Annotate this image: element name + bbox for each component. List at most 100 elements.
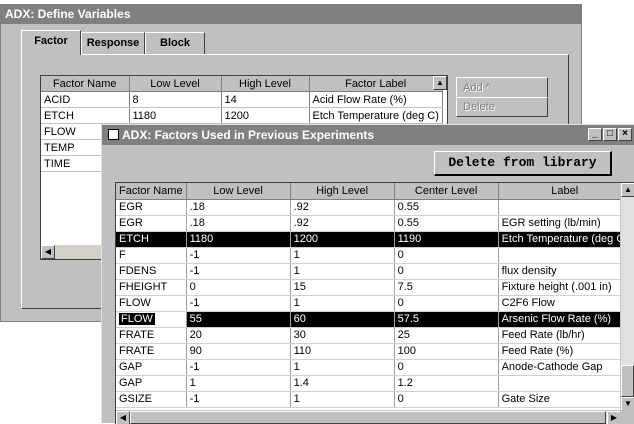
factors-grid-vscroll[interactable]: ▲ ▼: [620, 183, 634, 411]
table-cell[interactable]: EGR setting (lb/min): [498, 215, 632, 232]
table-cell[interactable]: FDENS: [116, 263, 187, 280]
column-header[interactable]: High Level: [290, 183, 395, 200]
scroll-up-icon[interactable]: ▲: [621, 183, 634, 197]
table-cell[interactable]: 20: [186, 327, 291, 344]
table-cell[interactable]: Feed Rate (%): [498, 343, 632, 360]
table-cell[interactable]: 110: [290, 343, 395, 360]
table-cell[interactable]: 60: [290, 311, 395, 328]
table-cell[interactable]: 1200: [290, 231, 395, 248]
table-cell[interactable]: [498, 375, 632, 392]
table-cell[interactable]: 0: [186, 279, 291, 296]
column-header[interactable]: Center Level: [394, 183, 499, 200]
tab-block[interactable]: Block: [145, 32, 205, 54]
table-cell[interactable]: FLOW: [116, 311, 187, 328]
add-button[interactable]: Add ^: [456, 77, 548, 99]
table-cell[interactable]: 1: [290, 295, 395, 312]
table-row[interactable]: FHEIGHT 0 15 7.5 Fixture height (.001 in): [116, 279, 632, 296]
table-cell[interactable]: .18: [186, 215, 291, 232]
table-cell[interactable]: ETCH: [116, 231, 187, 248]
table-row[interactable]: FRATE 90 110 100 Feed Rate (%): [116, 343, 632, 360]
table-row[interactable]: GAP -1 1 0 Anode-Cathode Gap: [116, 359, 632, 376]
table-cell[interactable]: .92: [290, 215, 395, 232]
table-cell[interactable]: Gate Size: [498, 391, 632, 408]
table-cell[interactable]: 0.55: [394, 215, 499, 232]
table-cell[interactable]: FHEIGHT: [116, 279, 187, 296]
tab-response[interactable]: Response: [81, 32, 145, 54]
table-cell[interactable]: Etch Temperature (deg C): [309, 107, 443, 124]
table-cell[interactable]: 0: [394, 263, 499, 280]
table-cell[interactable]: EGR: [116, 215, 187, 232]
table-cell[interactable]: 1190: [394, 231, 499, 248]
table-cell[interactable]: 0: [394, 391, 499, 408]
table-cell[interactable]: 1: [290, 391, 395, 408]
table-cell[interactable]: 1: [290, 247, 395, 264]
table-cell[interactable]: 0.55: [394, 199, 499, 216]
table-row[interactable]: GAP 1 1.4 1.2: [116, 375, 632, 392]
table-cell[interactable]: [498, 247, 632, 264]
close-icon[interactable]: ×: [618, 128, 632, 141]
table-cell[interactable]: 30: [290, 327, 395, 344]
table-cell[interactable]: 1.2: [394, 375, 499, 392]
table-cell[interactable]: 57.5: [394, 311, 499, 328]
factors-grid-hscroll[interactable]: ◀ ▶: [116, 410, 621, 424]
table-cell[interactable]: .18: [186, 199, 291, 216]
scroll-down-icon[interactable]: ▼: [621, 397, 634, 411]
table-row[interactable]: GSIZE -1 1 0 Gate Size: [116, 391, 632, 408]
column-header[interactable]: Factor Label: [309, 76, 443, 92]
app-icon[interactable]: [108, 129, 119, 140]
table-cell[interactable]: [498, 199, 632, 216]
table-cell[interactable]: 1.4: [290, 375, 395, 392]
table-cell[interactable]: Etch Temperature (deg C): [498, 231, 632, 248]
factors-grid[interactable]: Factor Name Low Level High Level Center …: [115, 182, 634, 424]
minimize-icon[interactable]: _: [588, 128, 602, 141]
table-cell[interactable]: ACID: [41, 91, 130, 108]
table-cell[interactable]: ETCH: [41, 107, 130, 124]
table-row[interactable]: ETCH 1180 1200 1190 Etch Temperature (deg C): [116, 231, 632, 248]
table-cell[interactable]: 15: [290, 279, 395, 296]
table-cell[interactable]: 1: [290, 359, 395, 376]
table-cell[interactable]: 25: [394, 327, 499, 344]
delete-from-library-button[interactable]: Delete from library: [434, 151, 612, 176]
table-cell[interactable]: -1: [186, 359, 291, 376]
scroll-up-icon[interactable]: ▲: [433, 76, 447, 90]
table-cell[interactable]: -1: [186, 263, 291, 280]
table-row[interactable]: ACID 8 14 Acid Flow Rate (%): [41, 91, 443, 108]
table-cell[interactable]: FLOW: [116, 295, 187, 312]
table-cell[interactable]: EGR: [116, 199, 187, 216]
table-row[interactable]: FRATE 20 30 25 Feed Rate (lb/hr): [116, 327, 632, 344]
table-cell[interactable]: 0: [394, 295, 499, 312]
scroll-right-icon[interactable]: ▶: [607, 411, 621, 424]
table-cell[interactable]: C2F6 Flow: [498, 295, 632, 312]
column-header[interactable]: Low Level: [129, 76, 222, 92]
table-row[interactable]: FLOW 55 60 57.5 Arsenic Flow Rate (%): [116, 311, 632, 328]
table-cell[interactable]: Arsenic Flow Rate (%): [498, 311, 632, 328]
table-cell[interactable]: .92: [290, 199, 395, 216]
table-row[interactable]: EGR .18.92 0.55 EGR setting (lb/min): [116, 215, 632, 232]
table-cell[interactable]: Feed Rate (lb/hr): [498, 327, 632, 344]
define-variables-titlebar[interactable]: ADX: Define Variables: [1, 5, 581, 24]
factors-library-titlebar[interactable]: ADX: Factors Used in Previous Experiment…: [102, 125, 634, 145]
scroll-left-icon[interactable]: ◀: [116, 411, 130, 424]
table-cell[interactable]: 0: [394, 359, 499, 376]
scroll-left-icon[interactable]: ◀: [41, 245, 55, 259]
table-cell[interactable]: Acid Flow Rate (%): [309, 91, 443, 108]
maximize-icon[interactable]: □: [603, 128, 617, 141]
table-cell[interactable]: 14: [221, 91, 310, 108]
table-cell[interactable]: -1: [186, 391, 291, 408]
table-cell[interactable]: 7.5: [394, 279, 499, 296]
column-header[interactable]: High Level: [221, 76, 310, 92]
hscroll-thumb[interactable]: [130, 411, 606, 424]
table-row[interactable]: EGR .18.92 0.55: [116, 199, 632, 216]
table-cell[interactable]: F: [116, 247, 187, 264]
table-cell[interactable]: FRATE: [116, 343, 187, 360]
table-cell[interactable]: 55: [186, 311, 291, 328]
table-row[interactable]: F -1 1 0: [116, 247, 632, 264]
table-cell[interactable]: 1: [186, 375, 291, 392]
table-row[interactable]: ETCH 1180 1200 Etch Temperature (deg C): [41, 107, 443, 124]
vscroll-thumb[interactable]: [621, 365, 634, 397]
table-cell[interactable]: flux density: [498, 263, 632, 280]
column-header[interactable]: Factor Name: [41, 76, 130, 92]
table-cell[interactable]: 1180: [186, 231, 291, 248]
table-row[interactable]: FLOW -1 1 0 C2F6 Flow: [116, 295, 632, 312]
column-header[interactable]: Low Level: [186, 183, 291, 200]
